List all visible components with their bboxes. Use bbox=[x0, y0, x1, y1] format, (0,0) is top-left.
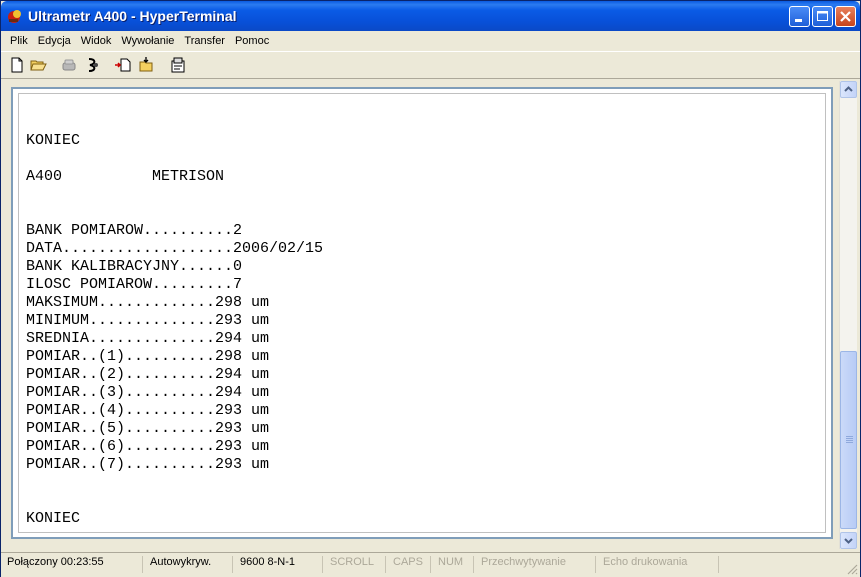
terminal-line: MINIMUM..............293 um bbox=[26, 312, 270, 329]
close-icon bbox=[840, 11, 851, 22]
terminal-output: KONIEC A400 METRISON BANK POMIAROW........… bbox=[26, 114, 323, 528]
minimize-button[interactable] bbox=[789, 6, 810, 27]
terminal-line: POMIAR..(1)..........298 um bbox=[26, 348, 270, 365]
status-bar: Połączony 00:23:55 Autowykryw. 9600 8-N-… bbox=[1, 552, 860, 577]
terminal-line: DATA...................2006/02/15 bbox=[26, 240, 324, 257]
menu-bar: Plik Edycja Widok Wywołanie Transfer Pomoc bbox=[1, 31, 860, 50]
status-caps: CAPS bbox=[389, 556, 431, 573]
app-window: Ultrametr A400 - HyperTerminal Plik Edycj… bbox=[0, 0, 861, 577]
menu-edycja[interactable]: Edycja bbox=[33, 32, 76, 51]
status-echo: Echo drukowania bbox=[599, 556, 719, 573]
receive-icon[interactable] bbox=[138, 56, 156, 74]
menu-transfer[interactable]: Transfer bbox=[179, 32, 230, 51]
status-capture: Przechwytywanie bbox=[477, 556, 596, 573]
terminal-line: SREDNIA..............294 um bbox=[26, 330, 270, 347]
menu-plik[interactable]: Plik bbox=[5, 32, 33, 51]
chevron-down-icon bbox=[844, 538, 853, 544]
close-button[interactable] bbox=[835, 6, 856, 27]
terminal-screen[interactable]: KONIEC A400 METRISON BANK POMIAROW........… bbox=[18, 93, 826, 533]
terminal-line: POMIAR..(5)..........293 um bbox=[26, 420, 270, 437]
terminal-line: A400 METRISON bbox=[26, 168, 225, 185]
menu-pomoc[interactable]: Pomoc bbox=[230, 32, 274, 51]
scroll-up-button[interactable] bbox=[840, 81, 857, 98]
terminal-line: POMIAR..(4)..........293 um bbox=[26, 402, 270, 419]
terminal-frame: KONIEC A400 METRISON BANK POMIAROW........… bbox=[11, 87, 833, 539]
terminal-line: POMIAR..(6)..........293 um bbox=[26, 438, 270, 455]
terminal-line: POMIAR..(2)..........294 um bbox=[26, 366, 270, 383]
hyperterminal-icon[interactable] bbox=[6, 7, 24, 25]
open-icon[interactable] bbox=[29, 56, 47, 74]
new-icon[interactable] bbox=[8, 56, 26, 74]
scroll-thumb[interactable] bbox=[840, 351, 857, 529]
toolbar bbox=[1, 51, 860, 79]
vertical-scrollbar[interactable] bbox=[839, 81, 857, 549]
disconnect-icon[interactable] bbox=[84, 56, 102, 74]
chevron-up-icon bbox=[844, 86, 853, 92]
menu-widok[interactable]: Widok bbox=[76, 32, 117, 51]
send-icon[interactable] bbox=[114, 56, 132, 74]
menu-wywolanie[interactable]: Wywołanie bbox=[116, 32, 179, 51]
terminal-line: BANK KALIBRACYJNY......0 bbox=[26, 258, 243, 275]
terminal-line: BANK POMIAROW..........2 bbox=[26, 222, 243, 239]
status-connected: Połączony 00:23:55 bbox=[3, 556, 143, 573]
scroll-down-button[interactable] bbox=[840, 532, 857, 549]
terminal-line: MAKSIMUM.............298 um bbox=[26, 294, 270, 311]
terminal-line: KONIEC bbox=[26, 132, 81, 149]
maximize-button[interactable] bbox=[812, 6, 833, 27]
window-title: Ultrametr A400 - HyperTerminal bbox=[28, 8, 237, 24]
status-scroll: SCROLL bbox=[326, 556, 386, 573]
resize-grip-icon[interactable] bbox=[846, 563, 858, 575]
terminal-line: KONIEC bbox=[26, 510, 81, 527]
connect-icon[interactable] bbox=[60, 56, 78, 74]
status-autodetect: Autowykryw. bbox=[146, 556, 233, 573]
status-settings: 9600 8-N-1 bbox=[236, 556, 323, 573]
terminal-line: ILOSC POMIAROW.........7 bbox=[26, 276, 243, 293]
properties-icon[interactable] bbox=[169, 56, 187, 74]
minimize-icon bbox=[795, 19, 802, 22]
terminal-line: POMIAR..(3)..........294 um bbox=[26, 384, 270, 401]
status-num: NUM bbox=[434, 556, 474, 573]
title-bar[interactable]: Ultrametr A400 - HyperTerminal bbox=[1, 1, 860, 31]
terminal-line: POMIAR..(7)..........293 um bbox=[26, 456, 270, 473]
maximize-icon bbox=[817, 11, 828, 21]
